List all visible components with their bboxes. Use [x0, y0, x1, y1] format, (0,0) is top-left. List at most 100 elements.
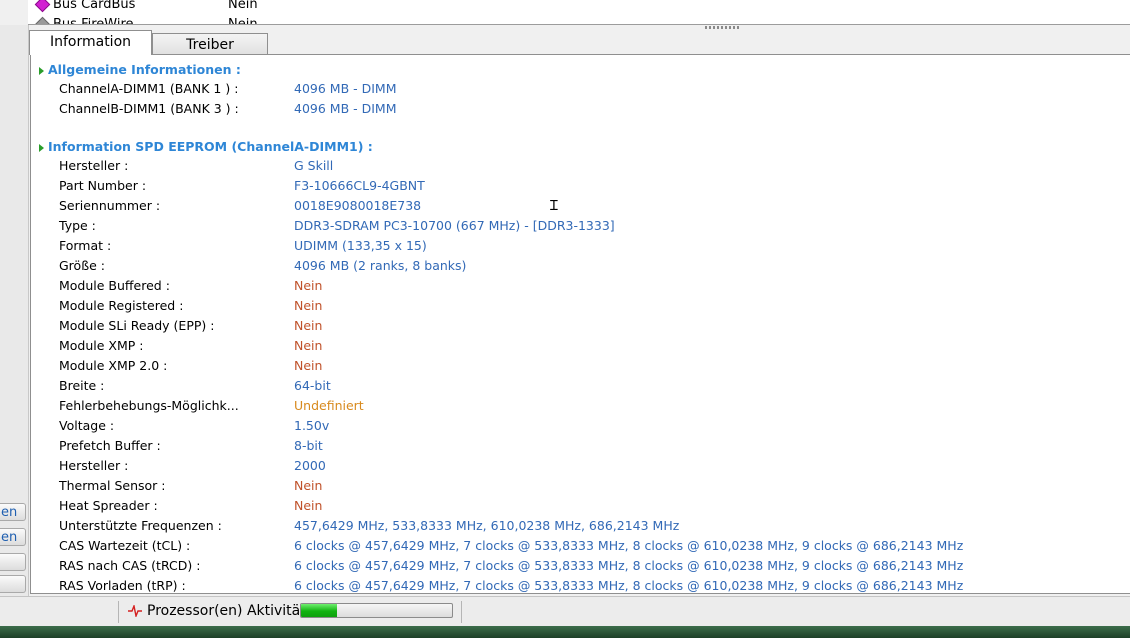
section-spd-title[interactable]: Information SPD EEPROM (ChannelA-DIMM1) … [39, 139, 373, 154]
section-title-text: Allgemeine Informationen : [48, 62, 241, 77]
info-value: 4096 MB - DIMM [294, 81, 397, 96]
info-row[interactable]: RAS nach CAS (tRCD) : 6 clocks @ 457,6429… [31, 556, 1130, 576]
info-label: Part Number : [59, 178, 147, 193]
cpu-activity-label: Prozessor(en) Aktivität : [147, 603, 315, 619]
property-value: Nein [228, 0, 258, 12]
side-button-3[interactable] [0, 553, 26, 571]
info-value: Nein [294, 358, 323, 373]
info-value: Nein [294, 498, 323, 513]
info-label: Hersteller : [59, 158, 129, 173]
info-label: Größe : [59, 258, 105, 273]
info-row[interactable]: Seriennummer : 0018E9080018E738 [31, 196, 1130, 216]
info-row[interactable]: Module XMP 2.0 : Nein [31, 356, 1130, 376]
info-label: Breite : [59, 378, 105, 393]
cpu-activity-progress [300, 603, 453, 618]
info-label: Module XMP : [59, 338, 144, 353]
expand-arrow-icon [39, 144, 44, 152]
section-general-title[interactable]: Allgemeine Informationen : [39, 62, 241, 77]
info-label: Module XMP 2.0 : [59, 358, 168, 373]
info-label: ChannelB-DIMM1 (BANK 3 ) : [59, 101, 239, 116]
info-label: Seriennummer : [59, 198, 161, 213]
info-row[interactable]: Module XMP : Nein [31, 336, 1130, 356]
info-row[interactable]: Voltage : 1.50v [31, 416, 1130, 436]
info-row[interactable]: Fehlerbehebungs-Möglichk... Undefiniert [31, 396, 1130, 416]
side-button-4[interactable] [0, 575, 26, 593]
device-property-list: Bus CardBus Nein Bus FireWire Nein [28, 0, 1130, 25]
left-pane: en en [0, 25, 29, 596]
device-diamond-icon [34, 0, 51, 13]
property-label: Bus CardBus [53, 0, 136, 12]
info-label: Module SLi Ready (EPP) : [59, 318, 215, 333]
status-divider [118, 601, 119, 623]
info-value: 457,6429 MHz, 533,8333 MHz, 610,0238 MHz… [294, 518, 680, 533]
info-row[interactable]: Heat Spreader : Nein [31, 496, 1130, 516]
info-label: Module Registered : [59, 298, 184, 313]
info-row[interactable]: Unterstützte Frequenzen : 457,6429 MHz, 5… [31, 516, 1130, 536]
info-row[interactable]: Part Number : F3-10666CL9-4GBNT [31, 176, 1130, 196]
info-row[interactable]: ChannelA-DIMM1 (BANK 1 ) : 4096 MB - DIMM [31, 79, 1130, 99]
device-diamond-icon [34, 16, 51, 24]
progress-fill [301, 604, 338, 617]
info-value: 6 clocks @ 457,6429 MHz, 7 clocks @ 533,… [294, 538, 964, 553]
info-value: 0018E9080018E738 [294, 198, 422, 213]
info-row[interactable]: Module Buffered : Nein [31, 276, 1130, 296]
tab-information[interactable]: Information [29, 30, 152, 55]
info-label: Hersteller : [59, 458, 129, 473]
info-row[interactable]: CAS Wartezeit (tCL) : 6 clocks @ 457,6429… [31, 536, 1130, 556]
info-value: 64-bit [294, 378, 331, 393]
info-label: Prefetch Buffer : [59, 438, 161, 453]
info-row[interactable]: Breite : 64-bit [31, 376, 1130, 396]
info-value: G Skill [294, 158, 334, 173]
info-label: Thermal Sensor : [59, 478, 166, 493]
info-label: RAS Vorladen (tRP) : [59, 578, 186, 593]
info-value: 4096 MB (2 ranks, 8 banks) [294, 258, 467, 273]
info-row[interactable]: Type : DDR3-SDRAM PC3-10700 (667 MHz) - [… [31, 216, 1130, 236]
text-cursor-icon: Ɪ [550, 198, 558, 214]
info-row[interactable]: Prefetch Buffer : 8-bit [31, 436, 1130, 456]
info-value: Undefiniert [294, 398, 364, 413]
info-row[interactable]: Hersteller : 2000 [31, 456, 1130, 476]
info-value: Nein [294, 298, 323, 313]
info-value: 6 clocks @ 457,6429 MHz, 7 clocks @ 533,… [294, 558, 964, 573]
info-label: Module Buffered : [59, 278, 170, 293]
info-value: Nein [294, 338, 323, 353]
property-label: Bus FireWire [53, 17, 134, 25]
tab-bar: Information Treiber [29, 30, 429, 57]
info-value: 4096 MB - DIMM [294, 101, 397, 116]
info-value: Nein [294, 318, 323, 333]
expand-arrow-icon [39, 67, 44, 75]
info-row[interactable]: Format : UDIMM (133,35 x 15) [31, 236, 1130, 256]
splitter-grip[interactable] [705, 26, 741, 29]
info-value: 6 clocks @ 457,6429 MHz, 7 clocks @ 533,… [294, 578, 964, 593]
info-label: Heat Spreader : [59, 498, 158, 513]
section-title-text: Information SPD EEPROM (ChannelA-DIMM1) … [48, 139, 373, 154]
info-value: 1.50v [294, 418, 330, 433]
info-label: Unterstützte Frequenzen : [59, 518, 222, 533]
status-bar: Prozessor(en) Aktivität : [0, 596, 1130, 627]
info-row[interactable]: Größe : 4096 MB (2 ranks, 8 banks) [31, 256, 1130, 276]
taskbar-edge [0, 626, 1130, 638]
pulse-icon [128, 605, 142, 617]
info-label: CAS Wartezeit (tCL) : [59, 538, 191, 553]
property-value: Nein [228, 17, 258, 25]
info-value: UDIMM (133,35 x 15) [294, 238, 427, 253]
info-label: ChannelA-DIMM1 (BANK 1 ) : [59, 81, 239, 96]
info-value: 8-bit [294, 438, 323, 453]
info-row[interactable]: ChannelB-DIMM1 (BANK 3 ) : 4096 MB - DIMM [31, 99, 1130, 119]
information-panel: Allgemeine Informationen : ChannelA-DIMM… [30, 54, 1130, 594]
info-row[interactable]: Hersteller : G Skill [31, 156, 1130, 176]
info-label: Format : [59, 238, 112, 253]
info-row[interactable]: Module Registered : Nein [31, 296, 1130, 316]
info-row[interactable]: Thermal Sensor : Nein [31, 476, 1130, 496]
info-row[interactable]: RAS Vorladen (tRP) : 6 clocks @ 457,6429 … [31, 576, 1130, 593]
info-row[interactable]: Module SLi Ready (EPP) : Nein [31, 316, 1130, 336]
info-value: DDR3-SDRAM PC3-10700 (667 MHz) - [DDR3-1… [294, 218, 615, 233]
info-value: Nein [294, 278, 323, 293]
info-value: F3-10666CL9-4GBNT [294, 178, 425, 193]
info-label: Voltage : [59, 418, 115, 433]
info-label: RAS nach CAS (tRCD) : [59, 558, 201, 573]
info-value: Nein [294, 478, 323, 493]
side-button-2[interactable]: en [0, 528, 26, 546]
side-button-1[interactable]: en [0, 503, 26, 521]
info-label: Fehlerbehebungs-Möglichk... [59, 398, 239, 413]
